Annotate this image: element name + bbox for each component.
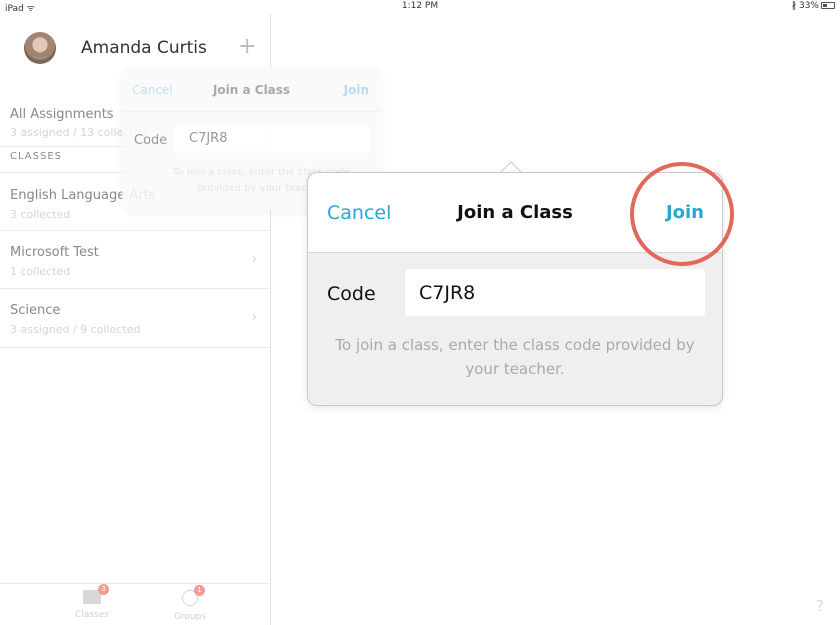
- sidebar-item-subtitle: 3 collected: [10, 208, 71, 221]
- battery-icon: [821, 2, 835, 9]
- tab-badge: 3: [98, 584, 109, 595]
- status-battery: ∦ 33%: [792, 1, 835, 11]
- add-class-icon[interactable]: +: [238, 36, 256, 58]
- popover-title: Join a Class: [212, 83, 291, 97]
- section-label-classes: CLASSES: [10, 151, 62, 162]
- sidebar-item-subtitle: 3 assigned / 9 collected: [10, 323, 141, 336]
- chat-bubble-icon: 1: [182, 585, 205, 606]
- status-bar: iPad ᯤ 1:12 PM ∦ 33%: [0, 0, 840, 14]
- sidebar-item-class[interactable]: Science 3 assigned / 9 collected ›: [0, 289, 271, 348]
- code-field[interactable]: C7JR8: [175, 125, 369, 153]
- chevron-right-icon: ›: [251, 252, 257, 267]
- folder-icon: 3: [83, 584, 109, 604]
- sidebar-item-class[interactable]: Microsoft Test 1 collected ›: [0, 231, 271, 289]
- sidebar-item-title: All Assignments: [10, 107, 114, 122]
- join-button[interactable]: Join: [666, 202, 704, 223]
- popover-title: Join a Class: [457, 202, 573, 223]
- user-name: Amanda Curtis: [81, 38, 207, 58]
- help-text: To join a class, enter the class code pr…: [335, 336, 695, 378]
- join-button[interactable]: Join: [344, 83, 369, 97]
- code-label: Code: [134, 133, 168, 148]
- sidebar-item-title: Science: [10, 303, 61, 318]
- help-icon[interactable]: ?: [816, 597, 824, 615]
- tab-badge: 1: [194, 585, 205, 596]
- tab-label: Groups: [173, 612, 207, 622]
- chevron-right-icon: ›: [251, 310, 257, 325]
- tab-label: Classes: [75, 610, 109, 620]
- code-input[interactable]: [405, 269, 705, 316]
- code-label: Code: [327, 283, 376, 305]
- sidebar-item-title: Microsoft Test: [10, 245, 99, 260]
- popover-header: Cancel Join a Class Join: [308, 173, 722, 253]
- tab-classes[interactable]: 3 Classes: [62, 584, 122, 620]
- avatar[interactable]: [24, 32, 56, 64]
- tab-bar: 3 Classes 1 Groups: [0, 583, 271, 625]
- sidebar-item-subtitle: 1 collected: [10, 265, 71, 278]
- popover-header: Cancel Join a Class Join: [122, 67, 381, 112]
- status-time: 1:12 PM: [401, 1, 439, 11]
- bluetooth-icon: ∦: [791, 1, 797, 11]
- join-class-popover: Cancel Join a Class Join Code To join a …: [307, 172, 723, 406]
- tab-groups[interactable]: 1 Groups: [160, 585, 220, 622]
